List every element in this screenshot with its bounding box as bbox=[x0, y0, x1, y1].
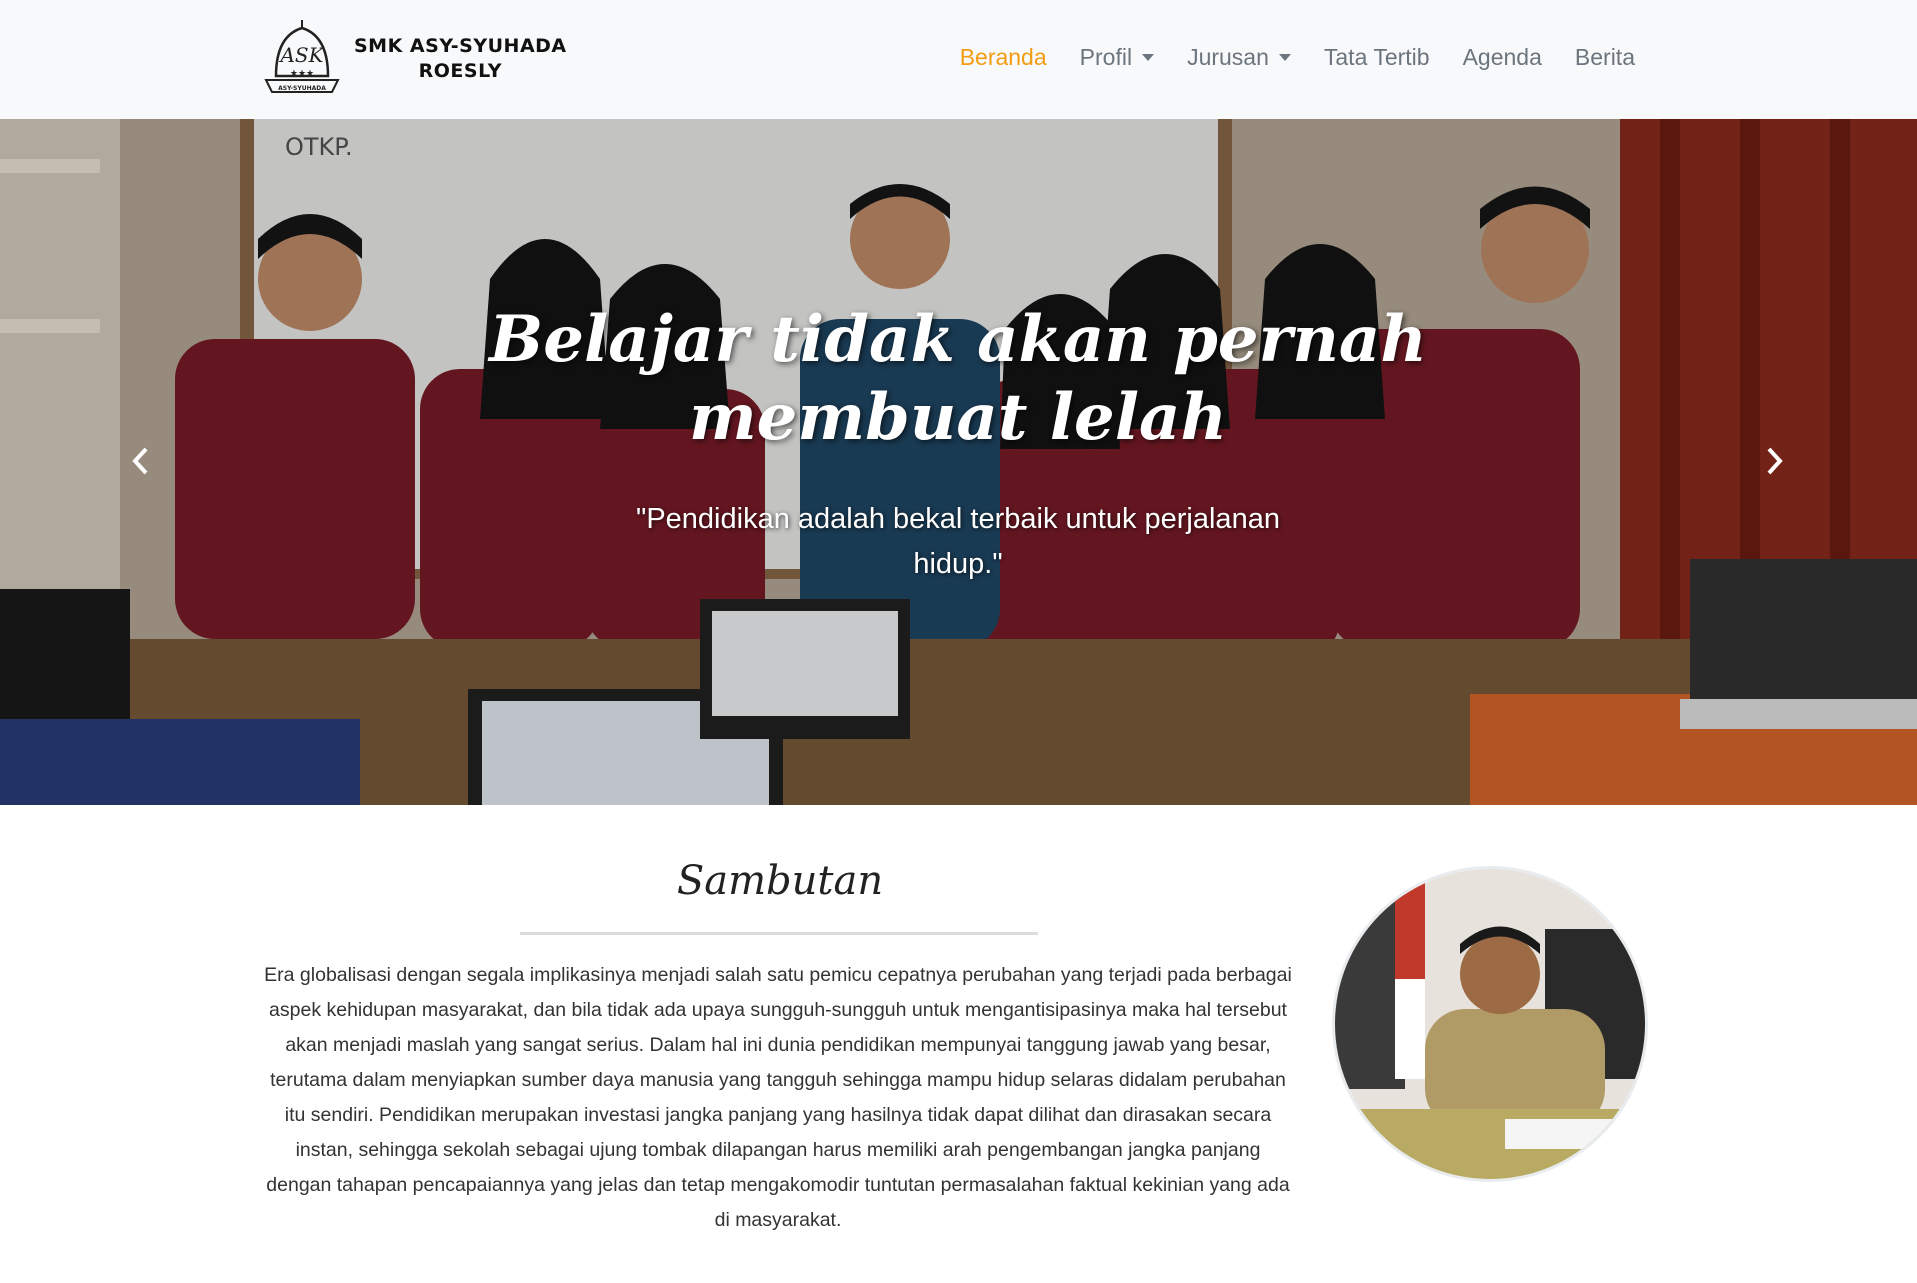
sambutan-title: Sambutan bbox=[676, 858, 884, 904]
brand-name: SMK ASY-SYUHADA ROESLY bbox=[354, 34, 567, 84]
school-logo: ASK ★★★ ASY-SYUHADA bbox=[264, 20, 340, 93]
nav-item-berita[interactable]: Berita bbox=[1575, 44, 1635, 71]
svg-text:★★★: ★★★ bbox=[290, 68, 314, 78]
nav-item-agenda[interactable]: Agenda bbox=[1463, 44, 1542, 71]
hero-carousel: OTKP. Belajar tidak akan pernah membuat … bbox=[0, 119, 1917, 805]
chevron-left-icon bbox=[132, 447, 148, 475]
brand[interactable]: ASK ★★★ ASY-SYUHADA SMK ASY-SYUHADA ROES… bbox=[262, 14, 567, 104]
caret-down-icon bbox=[1142, 54, 1155, 61]
nav-item-tata-tertib[interactable]: Tata Tertib bbox=[1324, 44, 1430, 71]
chevron-right-icon bbox=[1767, 447, 1783, 475]
hero-title: Belajar tidak akan pernah membuat lelah bbox=[489, 302, 1427, 455]
nav-item-profil[interactable]: Profil bbox=[1080, 44, 1155, 71]
carousel-prev-button[interactable] bbox=[111, 431, 171, 491]
section-divider bbox=[520, 932, 1038, 935]
caret-down-icon bbox=[1278, 54, 1291, 61]
hero-subtitle: "Pendidikan adalah bekal terbaik untuk p… bbox=[636, 503, 1280, 580]
hero-overlay bbox=[0, 119, 1917, 805]
sambutan-body: Era globalisasi dengan segala implikasin… bbox=[264, 964, 1292, 1231]
carousel-next-button[interactable] bbox=[1744, 431, 1804, 491]
brand-name-line1: SMK ASY-SYUHADA bbox=[354, 35, 567, 57]
brand-name-line2: ROESLY bbox=[418, 60, 502, 82]
svg-text:ASK: ASK bbox=[278, 43, 324, 67]
logo-text: ASY-SYUHADA bbox=[278, 85, 326, 92]
nav-item-jurusan[interactable]: Jurusan bbox=[1187, 44, 1291, 71]
main-nav: Beranda Profil Jurusan Tata Tertib Agend… bbox=[960, 44, 1635, 71]
headmaster-photo bbox=[1332, 866, 1648, 1182]
nav-item-beranda[interactable]: Beranda bbox=[960, 44, 1047, 71]
navbar: ASK ★★★ ASY-SYUHADA SMK ASY-SYUHADA ROES… bbox=[0, 0, 1917, 119]
